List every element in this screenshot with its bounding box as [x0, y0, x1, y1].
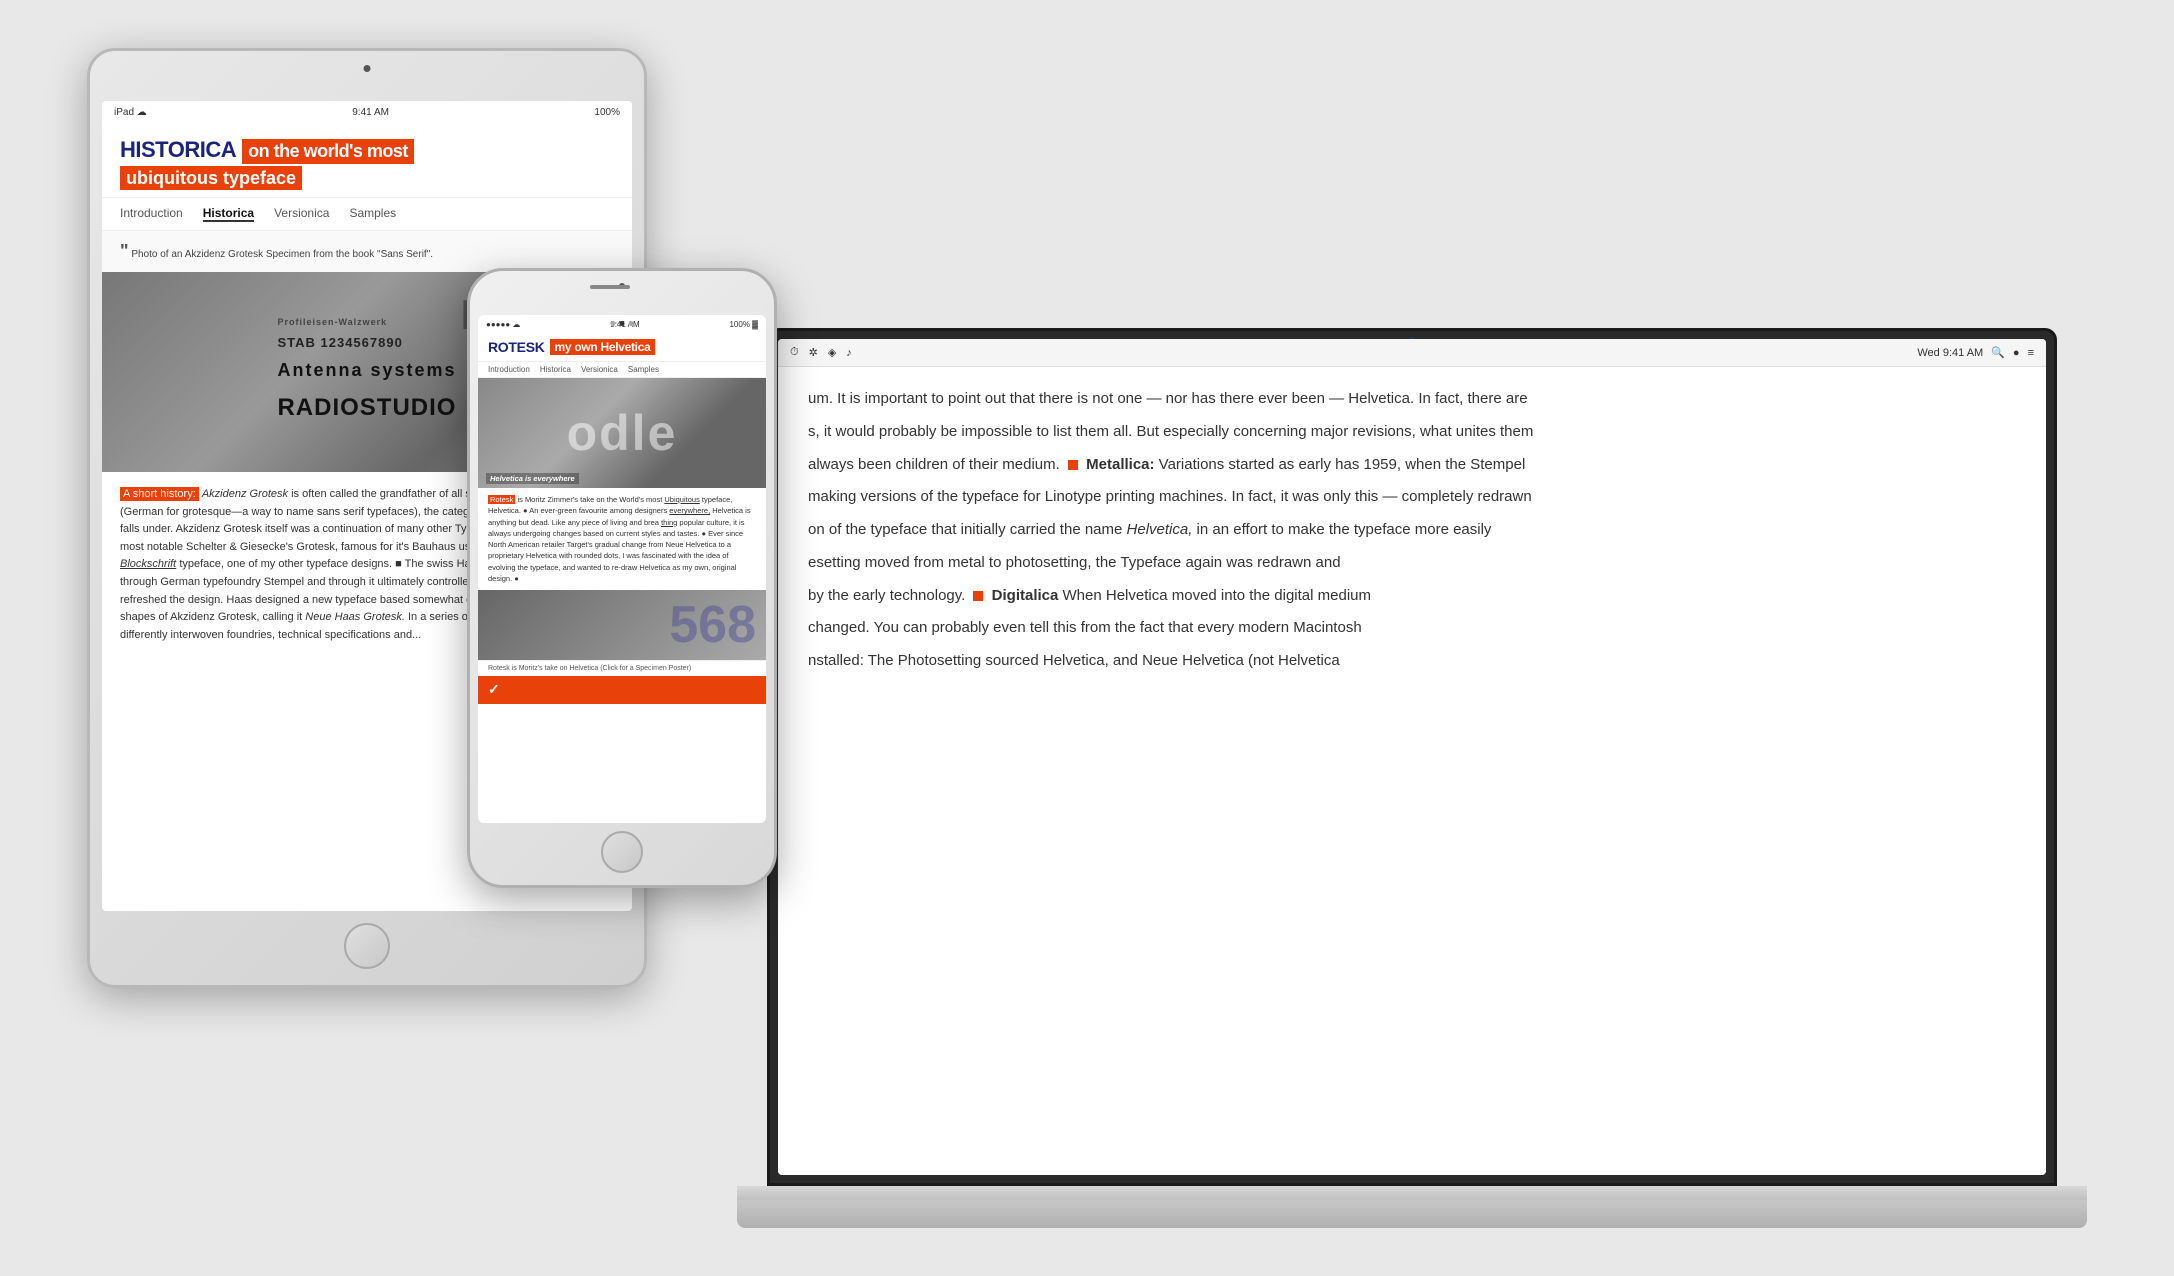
iphone-breathing: thing — [661, 518, 677, 527]
photo-line4: RADIOSTUDIO — [277, 386, 456, 429]
volume-icon: ♪ — [846, 347, 852, 359]
iphone-photo2-number: 568 — [669, 595, 756, 655]
content-p7a: by the early technology. — [808, 587, 969, 604]
iphone-title-main: ROTESK — [488, 339, 545, 355]
ipad-title: HISTORICA on the world's most — [120, 137, 614, 164]
iphone-body-p4: popular culture, it is always undergoing… — [488, 518, 744, 583]
menubar-right: Wed 9:41 AM 🔍 ● ≡ — [1917, 346, 2034, 359]
menubar-left: ⏱ ✲ ◈ ♪ — [790, 346, 852, 359]
content-p1: um. It is important to point out that th… — [808, 390, 1528, 407]
dot3 — [629, 321, 634, 326]
iphone-title: ROTESK my own Helvetica — [488, 339, 756, 355]
scene: ⏱ ✲ ◈ ♪ Wed 9:41 AM 🔍 ● ≡ um. It — [87, 48, 2087, 1228]
quote-mark: " — [120, 241, 129, 261]
ipad-blockschrift-italic: Blockschrift — [120, 558, 176, 570]
macbook-screen-outer: ⏱ ✲ ◈ ♪ Wed 9:41 AM 🔍 ● ≡ um. It — [767, 328, 2057, 1186]
ipad-nav-samples[interactable]: Samples — [349, 206, 396, 222]
content-p7b: When Helvetica moved into the digital me… — [1063, 587, 1371, 604]
iphone-caption2-text: Rotesk is Moritz's take on Helvetica (Cl… — [488, 665, 691, 672]
dot2 — [620, 321, 625, 326]
metallica-label: Metallica: — [1086, 456, 1159, 473]
iphone-nav-versionica[interactable]: Versionica — [581, 365, 618, 374]
digitalica-label: Digitalica — [992, 587, 1063, 604]
iphone-photo2: 568 — [478, 590, 766, 660]
ipad-status-time: 9:41 AM — [352, 107, 389, 118]
content-p4: making versions of the typeface for Lino… — [808, 488, 1532, 505]
checkmark-icon: ✓ — [488, 681, 500, 697]
macbook-menubar: ⏱ ✲ ◈ ♪ Wed 9:41 AM 🔍 ● ≡ — [778, 339, 2046, 367]
clock-icon: ⏱ — [790, 346, 799, 359]
content-p5a: on of the typeface that initially carrie… — [808, 521, 1127, 538]
content-p9: nstalled: The Photosetting sourced Helve… — [808, 652, 1340, 669]
user-icon: ● — [2013, 347, 2020, 359]
dot1 — [611, 321, 616, 326]
iphone-device: ●●●●● ☁ 9:41 AM 100% ▓ ROTESK my own Hel… — [467, 268, 777, 888]
ipad-neue-italic: Neue Haas Grotesk. — [305, 611, 405, 623]
iphone-photo-caption: Helvetica is everywhere — [490, 474, 575, 483]
content-p2: s, it would probably be impossible to li… — [808, 423, 1533, 440]
iphone-status-left: ●●●●● ☁ — [486, 320, 520, 329]
menu-icon: ≡ — [2028, 347, 2034, 359]
iphone-checkmark-area: ✓ — [478, 676, 766, 704]
ipad-caption-text: Photo of an Akzidenz Grotesk Specimen fr… — [131, 249, 433, 260]
macbook-content: um. It is important to point out that th… — [778, 367, 2046, 1175]
wifi-icon: ◈ — [828, 346, 836, 359]
macbook-body — [737, 1200, 2087, 1228]
ipad-akzidenz-italic: Akzidenz Grotesk — [202, 488, 288, 500]
ipad-photo-caption: " Photo of an Akzidenz Grotesk Specimen … — [102, 231, 632, 272]
ipad-home-button[interactable] — [344, 923, 390, 969]
iphone-rotesk-highlight: Rotesk — [488, 495, 515, 504]
content-p8: changed. You can probably even tell this… — [808, 619, 1362, 636]
content-p6: esetting moved from metal to photosettin… — [808, 554, 1341, 571]
iphone-title-badge: my own Helvetica — [550, 339, 656, 355]
iphone-nav-samples[interactable]: Samples — [628, 365, 659, 374]
ipad-title-sub: on the world's most — [242, 139, 414, 164]
ipad-nav-versionica[interactable]: Versionica — [274, 206, 329, 222]
macbook-screen: ⏱ ✲ ◈ ♪ Wed 9:41 AM 🔍 ● ≡ um. It — [778, 339, 2046, 1175]
ipad-title-main: HISTORICA — [120, 137, 236, 163]
iphone-screen: ●●●●● ☁ 9:41 AM 100% ▓ ROTESK my own Hel… — [478, 315, 766, 823]
ipad-nav-historica[interactable]: Historica — [203, 206, 254, 222]
iphone-header: ROTESK my own Helvetica — [478, 333, 766, 362]
iphone-body-p1: is Moritz Zimmer's take on the World's m… — [517, 495, 664, 504]
bullet1 — [1068, 460, 1078, 470]
iphone-caption2: Rotesk is Moritz's take on Helvetica (Cl… — [478, 660, 766, 676]
ipad-status-right: 100% — [594, 107, 620, 118]
macbook-device: ⏱ ✲ ◈ ♪ Wed 9:41 AM 🔍 ● ≡ um. It — [737, 328, 2087, 1228]
iphone-nav-introduction[interactable]: Introduction — [488, 365, 530, 374]
iphone-body: ●●●●● ☁ 9:41 AM 100% ▓ ROTESK my own Hel… — [467, 268, 777, 888]
ipad-label-short-history: A short history: — [120, 487, 199, 501]
photo-line3: Antenna systems — [277, 354, 456, 386]
menubar-time: Wed 9:41 AM — [1917, 347, 1983, 359]
ipad-statusbar: iPad ☁ 9:41 AM 100% — [102, 101, 632, 123]
bluetooth-icon: ✲ — [809, 346, 818, 359]
iphone-ubiquitous: Ubiquitous — [664, 495, 699, 504]
photo-line2: STAB 1234567890 — [277, 331, 456, 354]
macbook-base — [737, 1186, 2087, 1200]
ipad-title-sub2: ubiquitous typeface — [120, 166, 302, 190]
iphone-speaker — [590, 285, 630, 289]
iphone-photo: Helvetica is everywhere odle — [478, 378, 766, 488]
search-icon[interactable]: 🔍 — [1991, 346, 2005, 359]
photo-line1: Profileisen-Walzwerk — [277, 314, 456, 330]
content-p3: always been children of their medium. — [808, 456, 1064, 473]
iphone-everywhere: everywhere, — [669, 506, 710, 515]
iphone-nav: Introduction Historica Versionica Sample… — [478, 362, 766, 378]
content-p5b: in an effort to make the typeface more e… — [1197, 521, 1492, 538]
ipad-header: HISTORICA on the world's most ubiquitous… — [102, 123, 632, 198]
iphone-home-button[interactable] — [601, 831, 643, 873]
metallica-text: Variations started as early has 1959, wh… — [1159, 456, 1526, 473]
ipad-camera — [364, 65, 371, 72]
helvetica-italic: Helvetica, — [1127, 521, 1193, 538]
ipad-nav-introduction[interactable]: Introduction — [120, 206, 183, 222]
ipad-nav: Introduction Historica Versionica Sample… — [102, 198, 632, 231]
iphone-status-right: 100% ▓ — [729, 320, 758, 329]
bullet2 — [973, 591, 983, 601]
iphone-photo-overlay: Helvetica is everywhere — [486, 473, 579, 484]
ipad-status-left: iPad ☁ — [114, 107, 147, 118]
iphone-nav-historica[interactable]: Historica — [540, 365, 571, 374]
iphone-body-text: Rotesk is Moritz Zimmer's take on the Wo… — [478, 488, 766, 590]
iphone-photo-big-text: odle — [567, 404, 678, 462]
page-indicator — [611, 321, 634, 326]
